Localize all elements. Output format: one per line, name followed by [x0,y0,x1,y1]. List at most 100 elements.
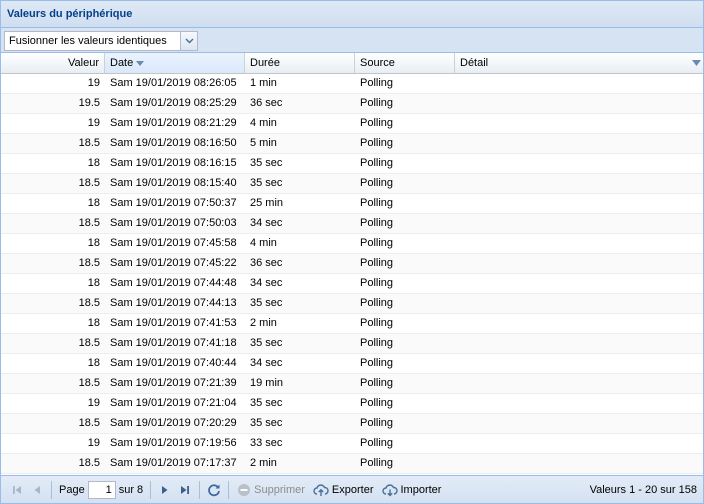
cell-detail [455,234,703,253]
cell-source: Polling [360,157,394,169]
column-header-duree[interactable]: Durée [245,53,355,73]
column-menu-icon[interactable] [692,60,701,66]
merge-mode-combo[interactable]: Fusionner les valeurs identiques [4,31,198,51]
table-row[interactable]: 18.5 Sam 19/01/2019 07:17:37 2 min Polling [1,454,703,474]
column-header-source[interactable]: Source [355,53,455,73]
table-row[interactable]: 18.5 Sam 19/01/2019 08:15:40 35 sec Polling [1,174,703,194]
cell-detail [455,434,703,453]
cell-detail [455,374,703,393]
last-page-button[interactable] [175,480,195,500]
cell-duree: 25 min [250,197,284,209]
grid-header: Valeur Date Durée Source Détail [1,53,703,74]
delete-label: Supprimer [254,483,305,496]
paging-toolbar: Page sur 8 Supprimer Exporter Importer V… [1,475,703,503]
cell-valeur: 18 [87,317,100,329]
cell-date: Sam 19/01/2019 07:40:44 [110,357,237,369]
column-header-date[interactable]: Date [105,53,245,73]
separator [199,480,201,499]
cell-valeur: 18.5 [78,297,100,309]
table-row[interactable]: 18.5 Sam 19/01/2019 07:21:39 19 min Polling [1,374,703,394]
cell-duree: 4 min [250,117,277,129]
cell-detail [455,394,703,413]
table-row[interactable]: 18 Sam 19/01/2019 07:45:58 4 min Polling [1,234,703,254]
cell-duree: 33 sec [250,437,283,449]
cell-valeur: 18 [87,277,100,289]
table-row[interactable]: 18.5 Sam 19/01/2019 07:45:22 36 sec Polling [1,254,703,274]
cell-duree: 2 min [250,457,277,469]
cell-date: Sam 19/01/2019 07:45:58 [110,237,237,249]
table-row[interactable]: 18.5 Sam 19/01/2019 07:50:03 34 sec Polling [1,214,703,234]
cell-source: Polling [360,97,394,109]
table-row[interactable]: 19 Sam 19/01/2019 07:19:56 33 sec Polling [1,434,703,454]
first-page-button[interactable] [7,480,27,500]
cell-valeur: 18 [87,197,100,209]
next-page-button[interactable] [155,480,175,500]
cell-source: Polling [360,357,394,369]
column-label: Détail [460,57,489,69]
combo-trigger-button[interactable] [180,32,197,50]
table-row[interactable]: 19.5 Sam 19/01/2019 08:25:29 36 sec Polling [1,94,703,114]
column-header-valeur[interactable]: Valeur [1,53,105,73]
table-row[interactable]: 18 Sam 19/01/2019 07:40:44 34 sec Polling [1,354,703,374]
export-button[interactable]: Exporter [309,480,378,500]
cell-source: Polling [360,297,394,309]
cell-detail [455,114,703,133]
import-button[interactable]: Importer [378,480,446,500]
page-number-input[interactable] [87,480,116,499]
cell-source: Polling [360,417,394,429]
cell-duree: 19 min [250,377,284,389]
panel-header: Valeurs du périphérique [1,1,703,28]
cell-valeur: 18.5 [78,337,100,349]
cell-date: Sam 19/01/2019 07:50:03 [110,217,237,229]
cell-duree: 35 sec [250,337,283,349]
table-row[interactable]: 18 Sam 19/01/2019 08:16:15 35 sec Polling [1,154,703,174]
cell-source: Polling [360,117,394,129]
cell-date: Sam 19/01/2019 08:15:40 [110,177,237,189]
cell-duree: 4 min [250,237,277,249]
cell-valeur: 18.5 [78,377,100,389]
cell-source: Polling [360,337,394,349]
cell-source: Polling [360,457,394,469]
next-page-icon [162,485,168,494]
last-page-icon [181,485,190,494]
table-row[interactable]: 18.5 Sam 19/01/2019 07:41:18 35 sec Polling [1,334,703,354]
cell-detail [455,254,703,273]
cell-valeur: 18.5 [78,257,100,269]
cell-detail [455,314,703,333]
device-values-panel: Valeurs du périphérique Fusionner les va… [0,0,704,504]
cell-valeur: 18.5 [78,177,100,189]
cell-source: Polling [360,277,394,289]
table-row[interactable]: 19 Sam 19/01/2019 07:21:04 35 sec Polling [1,394,703,414]
first-page-icon [13,485,21,494]
table-row[interactable]: 18.5 Sam 19/01/2019 07:44:13 35 sec Polling [1,294,703,314]
toolbar: Fusionner les valeurs identiques [1,28,703,53]
cell-detail [455,214,703,233]
table-row[interactable]: 19 Sam 19/01/2019 08:21:29 4 min Polling [1,114,703,134]
panel-title: Valeurs du périphérique [7,8,133,20]
cell-date: Sam 19/01/2019 07:21:04 [110,397,237,409]
cell-valeur: 18 [87,157,100,169]
table-row[interactable]: 18 Sam 19/01/2019 07:44:48 34 sec Polling [1,274,703,294]
table-row[interactable]: 18 Sam 19/01/2019 07:41:53 2 min Polling [1,314,703,334]
cell-date: Sam 19/01/2019 08:25:29 [110,97,237,109]
cell-source: Polling [360,377,394,389]
table-row[interactable]: 18.5 Sam 19/01/2019 08:16:50 5 min Polling [1,134,703,154]
cell-detail [455,174,703,193]
refresh-button[interactable] [204,480,224,500]
table-row[interactable]: 18 Sam 19/01/2019 07:50:37 25 min Polling [1,194,703,214]
cell-valeur: 19.5 [78,97,100,109]
cell-valeur: 18 [87,237,100,249]
cell-source: Polling [360,197,394,209]
column-header-detail[interactable]: Détail [455,53,703,73]
refresh-icon [208,483,221,496]
table-row[interactable]: 19 Sam 19/01/2019 08:26:05 1 min Polling [1,74,703,94]
cell-duree: 34 sec [250,217,283,229]
cell-valeur: 18.5 [78,457,100,469]
merge-mode-value: Fusionner les valeurs identiques [9,35,167,47]
cell-detail [455,134,703,153]
cell-source: Polling [360,77,394,89]
prev-page-button[interactable] [27,480,47,500]
table-row[interactable]: 18.5 Sam 19/01/2019 07:20:29 35 sec Polling [1,414,703,434]
cell-duree: 36 sec [250,97,283,109]
delete-button[interactable]: Supprimer [233,480,309,500]
